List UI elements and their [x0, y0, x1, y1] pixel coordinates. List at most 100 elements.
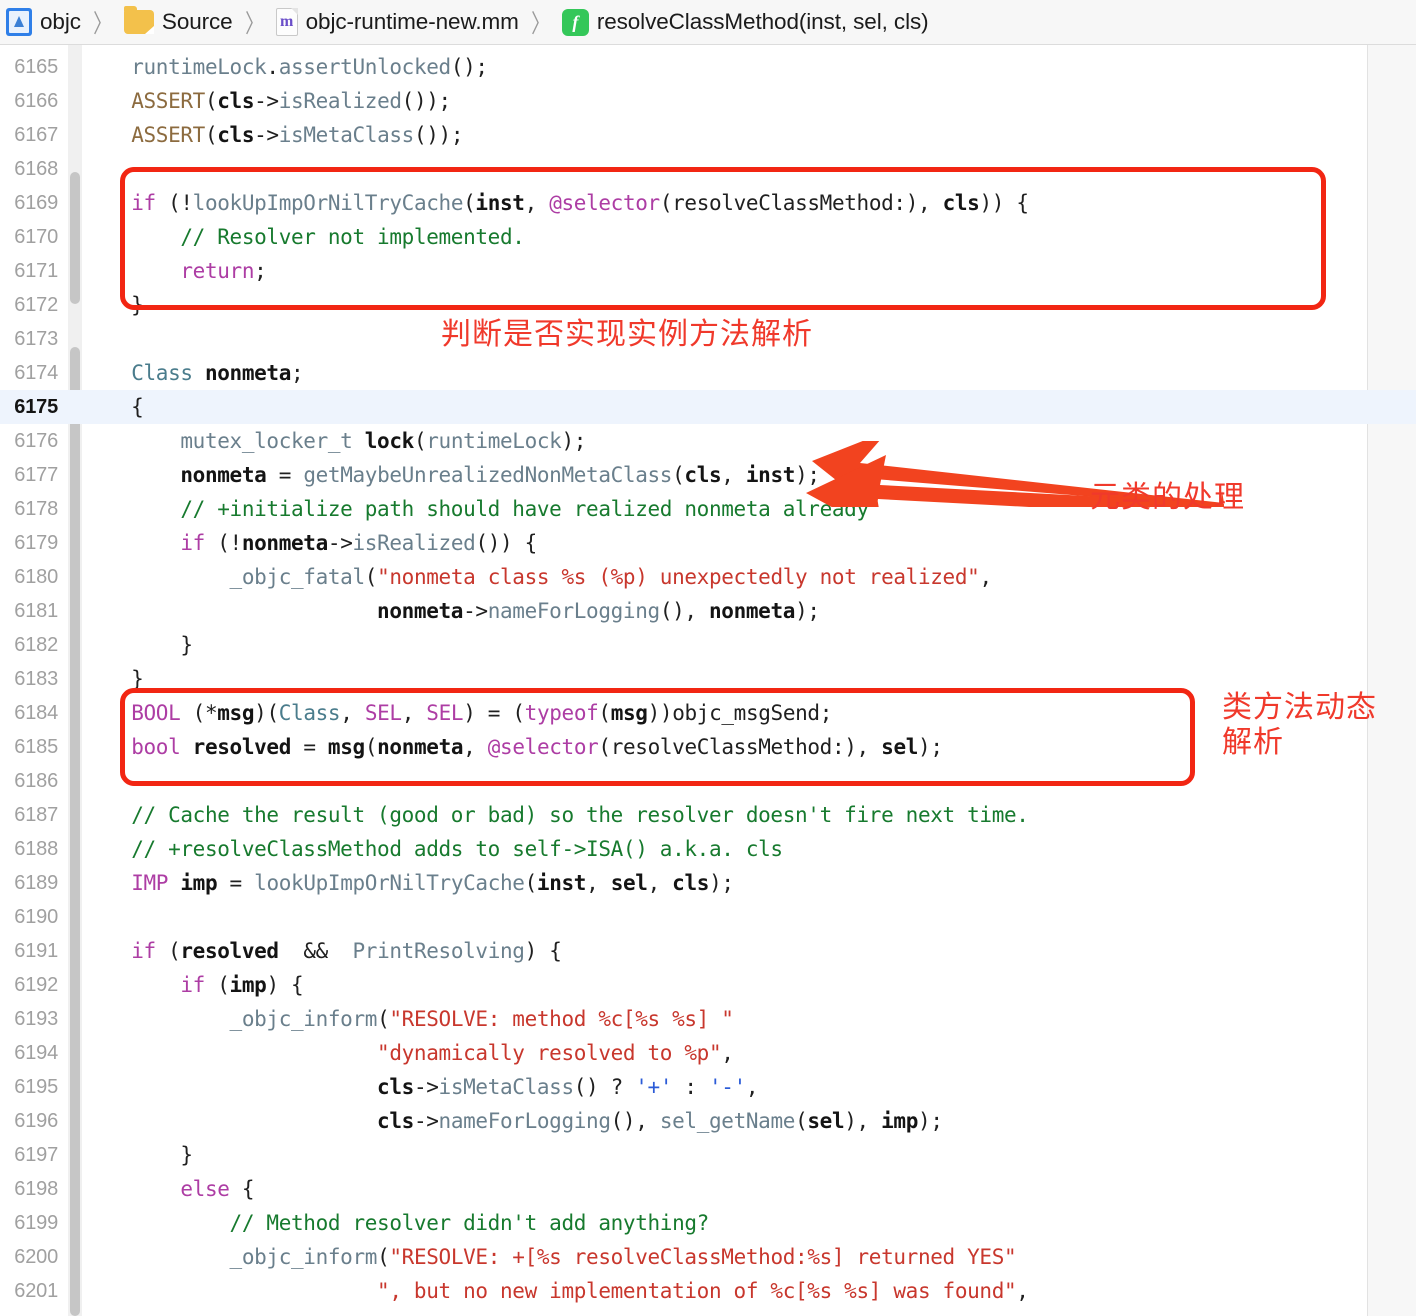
code-text[interactable]: } — [82, 288, 144, 322]
code-text[interactable]: _objc_inform("RESOLVE: method %c[%s %s] … — [82, 1002, 734, 1036]
code-line[interactable]: 6170 // Resolver not implemented. — [0, 220, 1416, 254]
code-line[interactable]: 6199 // Method resolver didn't add anyth… — [0, 1206, 1416, 1240]
code-text[interactable]: nonmeta->nameForLogging(), nonmeta); — [82, 594, 820, 628]
code-line[interactable]: 6193 _objc_inform("RESOLVE: method %c[%s… — [0, 1002, 1416, 1036]
code-text[interactable]: if (!lookUpImpOrNilTryCache(inst, @selec… — [82, 186, 1029, 220]
breadcrumb-item-project[interactable]: objc — [6, 8, 81, 36]
code-token: (! — [204, 531, 242, 555]
code-line[interactable]: 6166 ASSERT(cls->isRealized()); — [0, 84, 1416, 118]
line-number: 6172 — [14, 294, 58, 316]
code-token: , — [340, 701, 365, 725]
code-text[interactable]: cls->nameForLogging(), sel_getName(sel),… — [82, 1104, 943, 1138]
code-text[interactable]: Class nonmeta; — [82, 356, 303, 390]
code-line[interactable]: 6180 _objc_fatal("nonmeta class %s (%p) … — [0, 560, 1416, 594]
code-line[interactable]: 6175 { — [0, 390, 1416, 424]
code-text[interactable]: } — [82, 662, 144, 696]
code-line[interactable]: 6197 } — [0, 1138, 1416, 1172]
code-line[interactable]: 6186 — [0, 764, 1416, 798]
code-line[interactable]: 6198 else { — [0, 1172, 1416, 1206]
line-number: 6199 — [14, 1212, 58, 1234]
code-line[interactable]: 6174 Class nonmeta; — [0, 356, 1416, 390]
code-text[interactable]: if (imp) { — [82, 968, 303, 1002]
source-editor[interactable]: 6165 runtimeLock.assertUnlocked(); 6166 A… — [0, 45, 1416, 1316]
code-text[interactable]: // +initialize path should have realized… — [82, 492, 869, 526]
code-text[interactable]: { — [82, 390, 144, 424]
code-line[interactable]: 6189 IMP imp = lookUpImpOrNilTryCache(in… — [0, 866, 1416, 900]
code-text[interactable]: bool resolved = msg(nonmeta, @selector(r… — [82, 730, 943, 764]
code-token: // Method resolver didn't add anything? — [229, 1211, 710, 1235]
code-line[interactable]: 6196 cls->nameForLogging(), sel_getName(… — [0, 1104, 1416, 1138]
code-line[interactable]: 6168 — [0, 152, 1416, 186]
code-text[interactable]: // Resolver not implemented. — [82, 220, 525, 254]
code-text[interactable]: // +resolveClassMethod adds to self->ISA… — [82, 832, 783, 866]
code-token: "RESOLVE: +[%s resolveClassMethod:%s] re… — [389, 1245, 1017, 1269]
code-line[interactable]: 6167 ASSERT(cls->isMetaClass()); — [0, 118, 1416, 152]
code-text[interactable]: if (!nonmeta->isRealized()) { — [82, 526, 537, 560]
code-text[interactable]: _objc_fatal("nonmeta class %s (%p) unexp… — [82, 560, 993, 594]
code-line[interactable]: 6195 cls->isMetaClass() ? '+' : '-', — [0, 1070, 1416, 1104]
code-token: isMetaClass — [438, 1075, 575, 1099]
code-line[interactable]: 6165 runtimeLock.assertUnlocked(); — [0, 50, 1416, 84]
code-line[interactable]: 6184 BOOL (*msg)(Class, SEL, SEL) = (typ… — [0, 696, 1416, 730]
code-text[interactable]: runtimeLock.assertUnlocked(); — [82, 50, 488, 84]
code-text[interactable]: mutex_locker_t lock(runtimeLock); — [82, 424, 586, 458]
line-number: 6179 — [14, 532, 58, 554]
code-token: msg — [327, 735, 365, 759]
code-text[interactable]: } — [82, 1138, 193, 1172]
code-token: ); — [918, 735, 943, 759]
code-line[interactable]: 6181 nonmeta->nameForLogging(), nonmeta)… — [0, 594, 1416, 628]
code-text[interactable]: cls->isMetaClass() ? '+' : '-', — [82, 1070, 759, 1104]
code-token: ) { — [524, 939, 562, 963]
breadcrumb-item-file[interactable]: m objc-runtime-new.mm — [275, 8, 519, 36]
code-text[interactable]: ASSERT(cls->isRealized()); — [82, 84, 451, 118]
code-line[interactable]: 6190 — [0, 900, 1416, 934]
code-text[interactable]: // Method resolver didn't add anything? — [82, 1206, 710, 1240]
code-token: } — [82, 667, 144, 691]
code-line[interactable]: 6192 if (imp) { — [0, 968, 1416, 1002]
code-text[interactable]: else { — [82, 1172, 254, 1206]
code-text[interactable]: ASSERT(cls->isMetaClass()); — [82, 118, 463, 152]
code-text[interactable]: return; — [82, 254, 266, 288]
line-number: 6173 — [14, 328, 58, 350]
code-line[interactable]: 6171 return; — [0, 254, 1416, 288]
code-token: cls — [377, 1075, 414, 1099]
code-line[interactable]: 6200 _objc_inform("RESOLVE: +[%s resolve… — [0, 1240, 1416, 1274]
breadcrumb-item-function[interactable]: f resolveClassMethod(inst, sel, cls) — [561, 8, 929, 36]
code-line[interactable]: 6169 if (!lookUpImpOrNilTryCache(inst, @… — [0, 186, 1416, 220]
code-token: nonmeta — [204, 361, 292, 385]
code-text[interactable]: ", but no new implementation of %c[%s %s… — [82, 1274, 1029, 1308]
code-line[interactable]: 6182 } — [0, 628, 1416, 662]
code-line[interactable]: 6183 } — [0, 662, 1416, 696]
code-token: , — [647, 871, 673, 895]
code-text[interactable]: if (resolved && PrintResolving) { — [82, 934, 562, 968]
code-line[interactable]: 6176 mutex_locker_t lock(runtimeLock); — [0, 424, 1416, 458]
code-line[interactable]: 6185 bool resolved = msg(nonmeta, @selec… — [0, 730, 1416, 764]
breadcrumb-item-folder[interactable]: Source — [123, 6, 233, 35]
code-text[interactable]: // Cache the result (good or bad) so the… — [82, 798, 1029, 832]
code-line[interactable]: 6179 if (!nonmeta->isRealized()) { — [0, 526, 1416, 560]
code-text[interactable]: _objc_inform("RESOLVE: +[%s resolveClass… — [82, 1240, 1017, 1274]
code-token: getMaybeUnrealizedNonMetaClass — [303, 463, 673, 487]
line-number: 6197 — [14, 1144, 58, 1166]
code-token: } — [82, 1143, 193, 1167]
code-line[interactable]: 6187 // Cache the result (good or bad) s… — [0, 798, 1416, 832]
line-number: 6186 — [14, 770, 58, 792]
code-text[interactable]: BOOL (*msg)(Class, SEL, SEL) = (typeof(m… — [82, 696, 832, 730]
code-text[interactable]: } — [82, 628, 193, 662]
code-line[interactable]: 6188 // +resolveClassMethod adds to self… — [0, 832, 1416, 866]
line-number: 6178 — [14, 498, 58, 520]
line-number: 6194 — [14, 1042, 58, 1064]
code-text[interactable]: "dynamically resolved to %p", — [82, 1036, 734, 1070]
code-line[interactable]: 6201 ", but no new implementation of %c[… — [0, 1274, 1416, 1308]
code-token: ); — [709, 871, 734, 895]
code-line[interactable]: 6191 if (resolved && PrintResolving) { — [0, 934, 1416, 968]
code-line[interactable]: 6194 "dynamically resolved to %p", — [0, 1036, 1416, 1070]
code-text[interactable]: IMP imp = lookUpImpOrNilTryCache(inst, s… — [82, 866, 734, 900]
code-text[interactable]: nonmeta = getMaybeUnrealizedNonMetaClass… — [82, 458, 820, 492]
